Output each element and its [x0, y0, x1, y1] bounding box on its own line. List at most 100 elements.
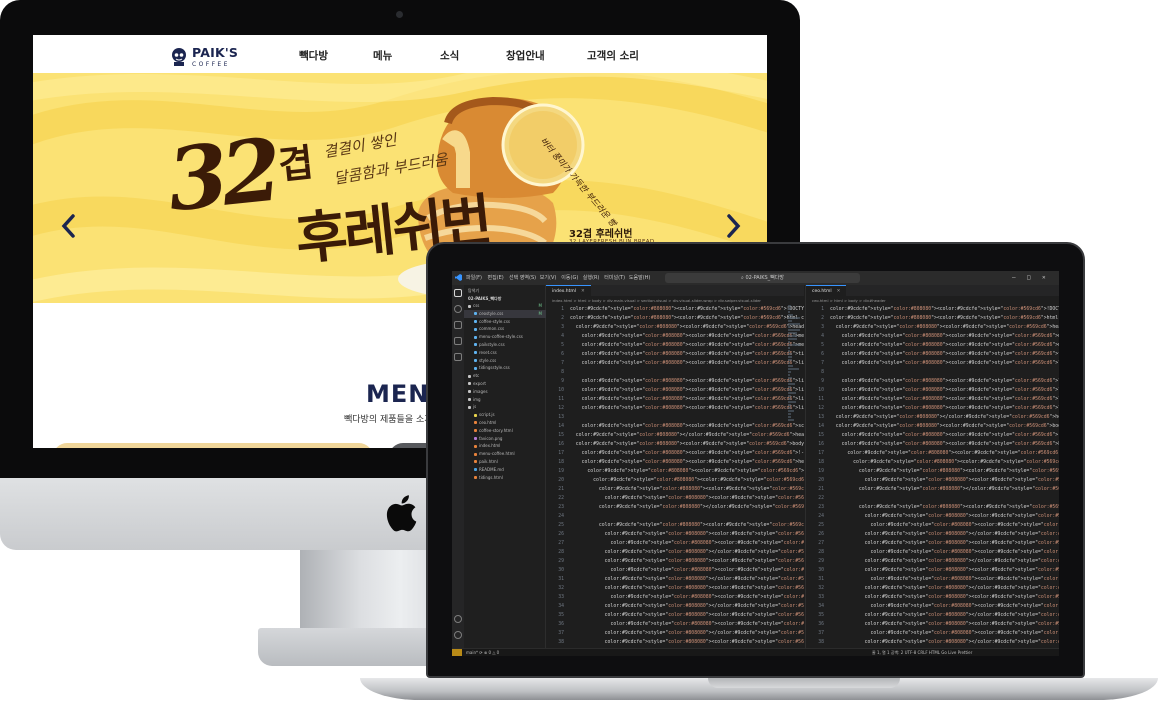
tree-folder[interactable]: images	[464, 388, 546, 396]
code-line: 32 color:#9cdcfe">style="color:#808080">…	[806, 584, 1059, 593]
code-text: color:#9cdcfe">style="color:#808080"></c…	[604, 577, 804, 582]
minimap-line	[788, 326, 790, 328]
tree-label: export	[473, 380, 486, 386]
slider-next-arrow-icon[interactable]	[723, 213, 743, 239]
line-number: 23	[558, 505, 564, 510]
git-status-badge: M	[538, 303, 542, 308]
tree-folder[interactable]: css M	[464, 302, 546, 310]
code-text: color:#9cdcfe">style="color:#808080"></c…	[864, 559, 1059, 564]
tree-file[interactable]: paikstyle.css	[464, 341, 546, 349]
line-number: 32	[558, 586, 564, 591]
line-number: 9	[821, 379, 824, 384]
line-number: 4	[561, 334, 564, 339]
code-text: color:#9cdcfe">style="color:#808080"><co…	[841, 388, 1059, 393]
line-number: 7	[821, 361, 824, 366]
code-text: color:#9cdcfe">style="color:#808080"><co…	[598, 487, 804, 492]
tree-file[interactable]: common.css	[464, 325, 546, 333]
extensions-icon[interactable]	[454, 353, 462, 361]
tree-file[interactable]: coffee-style.css	[464, 318, 546, 326]
menu-item[interactable]: 보기(V)	[540, 274, 557, 281]
close-icon[interactable]: ✕	[1042, 274, 1046, 281]
tree-file[interactable]: ceostyle.css M	[464, 309, 546, 318]
menu-card[interactable]	[53, 443, 373, 448]
tree-file[interactable]: tidings.html	[464, 474, 546, 482]
maximize-icon[interactable]: □	[1027, 274, 1031, 281]
nav-item-franchise[interactable]: 창업안내	[506, 48, 545, 63]
code-editor[interactable]: 1 color:#9cdcfe">style="color:#808080"><c…	[546, 305, 804, 648]
close-tab-icon[interactable]: ✕	[837, 289, 841, 294]
minimize-icon[interactable]: —	[1012, 274, 1016, 281]
line-number: 35	[818, 613, 824, 618]
tree-label: paik.html	[479, 458, 498, 464]
hero-number: 32	[162, 119, 281, 232]
tree-file[interactable]: reset.css	[464, 349, 546, 357]
minimap-line	[788, 341, 790, 343]
slider-prev-arrow-icon[interactable]	[59, 213, 79, 239]
account-icon[interactable]	[454, 615, 462, 623]
line-number: 18	[558, 460, 564, 465]
tree-file[interactable]: menu-coffee.html	[464, 450, 546, 458]
line-number: 13	[818, 415, 824, 420]
tree-file[interactable]: style.css	[464, 357, 546, 365]
line-number: 34	[558, 604, 564, 609]
tree-file[interactable]: paik.html	[464, 458, 546, 466]
minimap[interactable]	[788, 305, 802, 425]
source-control-icon[interactable]	[454, 321, 462, 329]
line-number: 2	[821, 316, 824, 321]
tree-file[interactable]: ceo.html	[464, 419, 546, 427]
line-number: 28	[558, 550, 564, 555]
menu-item[interactable]: 실행(R)	[583, 274, 600, 281]
line-number: 26	[558, 532, 564, 537]
tree-file[interactable]: menu-coffee-style.css	[464, 333, 546, 341]
tree-file[interactable]: coffee-story.html	[464, 427, 546, 435]
bread-name: 32겹 후레쉬번	[569, 229, 633, 240]
code-text: color:#9cdcfe">style="color:#808080"><co…	[841, 334, 1059, 339]
code-line: 5 color:#9cdcfe">style="color:#808080"><…	[806, 341, 1059, 350]
menu-item[interactable]: 터미널(T)	[604, 274, 625, 281]
line-number: 37	[558, 631, 564, 636]
line-number: 24	[818, 514, 824, 519]
nav-item-customer-voice[interactable]: 고객의 소리	[587, 48, 639, 63]
tab-ceo-html[interactable]: ceo.html ✕	[806, 285, 847, 296]
site-logo[interactable]: PAIK'S COFFEE	[170, 42, 238, 69]
line-number: 36	[818, 622, 824, 627]
menu-item[interactable]: 파일(F)	[466, 274, 482, 281]
code-text: color:#9cdcfe">style="color:#808080"></c…	[864, 613, 1059, 618]
tree-file[interactable]: README.md	[464, 466, 546, 474]
close-tab-icon[interactable]: ✕	[581, 289, 585, 294]
tab-index-html[interactable]: index.html ✕	[546, 285, 591, 296]
menu-item[interactable]: 선택 영역(S)	[509, 274, 536, 281]
menu-item[interactable]: 이동(G)	[561, 274, 578, 281]
remote-indicator[interactable]	[452, 649, 462, 656]
file-icon	[474, 429, 477, 433]
menu-item[interactable]: 도움말(H)	[629, 274, 650, 281]
breadcrumb[interactable]: index.html > html > body > div.main-visu…	[546, 296, 804, 305]
nav-item-paik[interactable]: 빽다방	[299, 48, 328, 63]
line-number: 5	[821, 343, 824, 348]
menu-item[interactable]: 편집(E)	[488, 274, 504, 281]
code-editor[interactable]: 1 color:#9cdcfe">style="color:#808080"><c…	[806, 305, 1059, 647]
tree-folder[interactable]: etc	[464, 372, 546, 380]
settings-gear-icon[interactable]	[454, 631, 462, 639]
explorer-icon[interactable]	[454, 289, 462, 297]
status-left-text[interactable]: main* ⟳ ⊗ 0 △ 0	[466, 650, 499, 655]
tree-folder[interactable]: export	[464, 380, 546, 388]
code-line: 2 color:#9cdcfe">style="color:#808080"><c…	[546, 314, 804, 323]
run-debug-icon[interactable]	[454, 337, 462, 345]
tree-folder[interactable]: img	[464, 396, 546, 404]
nav-item-menu[interactable]: 메뉴	[373, 48, 392, 63]
tree-file[interactable]: favicon.png	[464, 435, 546, 443]
tree-folder[interactable]: js	[464, 403, 546, 411]
code-text: color:#9cdcfe">style="color:#808080"><co…	[841, 442, 1059, 447]
breadcrumb[interactable]: ceo.html > html > body > div#header	[806, 296, 1059, 305]
search-icon[interactable]	[454, 305, 462, 313]
tree-file[interactable]: index.html	[464, 442, 546, 450]
command-center-search[interactable]: ⌕ 02-PAIKS_빽다방	[665, 273, 860, 283]
nav-item-news[interactable]: 소식	[440, 48, 459, 63]
minimap-line	[788, 350, 790, 352]
tree-file[interactable]: script.js	[464, 411, 546, 419]
status-right-text[interactable]: 줄 1, 열 1 공백: 2 UTF-8 CRLF HTML Go Live P…	[872, 650, 972, 656]
tree-file[interactable]: tidingsstyle.css	[464, 364, 546, 372]
line-number: 35	[558, 613, 564, 618]
tree-label: js	[473, 404, 477, 410]
